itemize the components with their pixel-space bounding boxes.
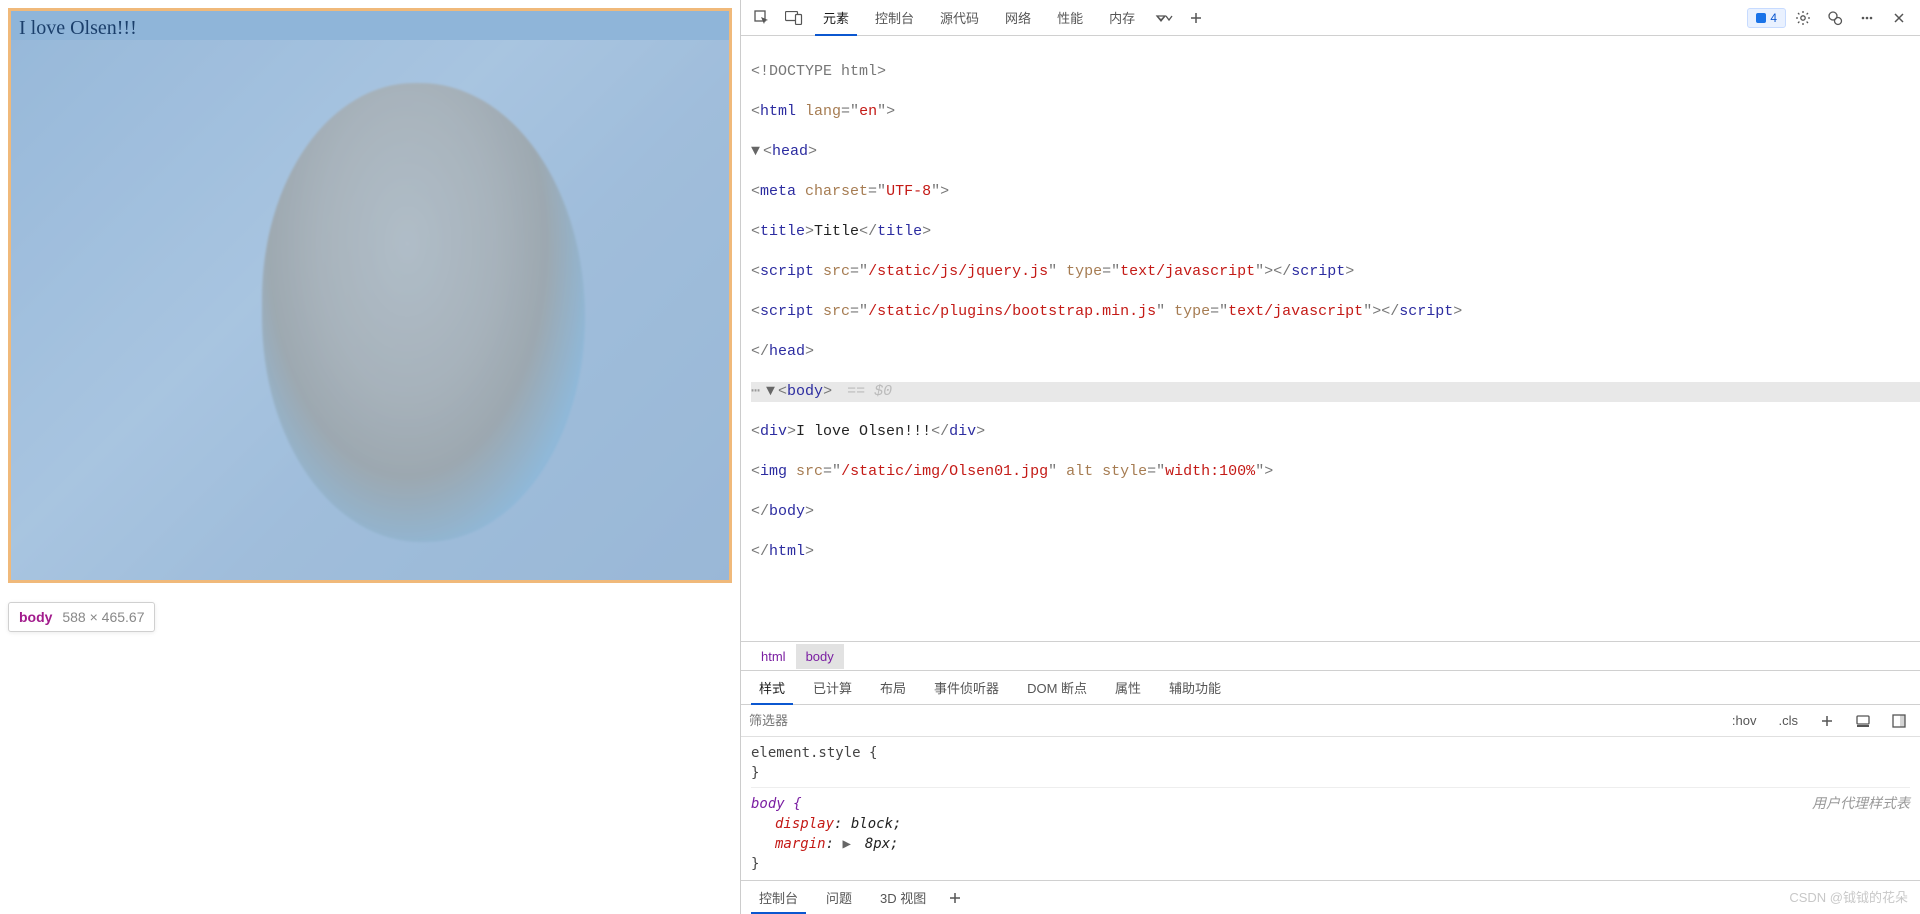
styles-tabbar: 样式 已计算 布局 事件侦听器 DOM 断点 属性 辅助功能	[741, 671, 1920, 705]
hov-toggle[interactable]: :hov	[1726, 710, 1763, 731]
elements-tree[interactable]: <!DOCTYPE html> <html lang="en"> ▼<head>…	[741, 36, 1920, 641]
element-tooltip: body 588 × 465.67	[8, 602, 155, 632]
subtab-styles[interactable]: 样式	[747, 671, 797, 704]
rule-source: 用户代理样式表	[1812, 794, 1910, 814]
subtab-props[interactable]: 属性	[1103, 671, 1153, 704]
tooltip-tag: body	[19, 609, 52, 625]
tab-sources[interactable]: 源代码	[928, 0, 991, 35]
page-image	[11, 40, 729, 580]
subtab-a11y[interactable]: 辅助功能	[1157, 671, 1233, 704]
more-tabs-icon[interactable]	[1149, 4, 1179, 32]
close-icon[interactable]	[1884, 4, 1914, 32]
drawer-tab-console[interactable]: 控制台	[747, 881, 810, 914]
drawer-plus-icon[interactable]	[942, 886, 968, 910]
subtab-computed[interactable]: 已计算	[801, 671, 864, 704]
styles-pane[interactable]: element.style { } 用户代理样式表 body { display…	[741, 737, 1920, 880]
subtab-dom[interactable]: DOM 断点	[1015, 671, 1099, 704]
cls-toggle[interactable]: .cls	[1773, 710, 1805, 731]
breadcrumb: html body	[741, 641, 1920, 671]
tooltip-dims: 588 × 465.67	[62, 609, 144, 625]
subtab-layout[interactable]: 布局	[868, 671, 918, 704]
page-text: I love Olsen!!!	[11, 11, 729, 40]
issue-icon	[1756, 13, 1766, 23]
tab-performance[interactable]: 性能	[1045, 0, 1095, 35]
page-preview[interactable]: I love Olsen!!! body 588 × 465.67	[0, 0, 740, 914]
device-icon[interactable]	[779, 4, 809, 32]
computed-toggle-icon[interactable]	[1886, 709, 1912, 733]
element-style-rule: element.style {	[751, 743, 1910, 763]
body-highlight: I love Olsen!!!	[8, 8, 732, 583]
inspect-icon[interactable]	[747, 4, 777, 32]
watermark: CSDN @钺钺的花朵	[1789, 887, 1908, 906]
devtools-panel: 元素 控制台 源代码 网络 性能 内存 4	[740, 0, 1920, 914]
tab-network[interactable]: 网络	[993, 0, 1043, 35]
drawer-tab-3d[interactable]: 3D 视图	[868, 881, 938, 914]
issues-badge[interactable]: 4	[1747, 8, 1786, 28]
crumb-html[interactable]: html	[751, 644, 796, 669]
kebab-icon[interactable]	[1852, 4, 1882, 32]
drawer-tab-issues[interactable]: 问题	[814, 881, 864, 914]
issues-count: 4	[1770, 11, 1777, 25]
styles-filter-input[interactable]	[749, 713, 1716, 728]
tab-console[interactable]: 控制台	[863, 0, 926, 35]
subtab-listeners[interactable]: 事件侦听器	[922, 671, 1011, 704]
gear-icon[interactable]	[1788, 4, 1818, 32]
crumb-body[interactable]: body	[796, 644, 844, 669]
drawer-tabbar: 控制台 问题 3D 视图	[741, 880, 1920, 914]
accessibility-icon[interactable]	[1850, 709, 1876, 733]
plus-icon[interactable]	[1181, 4, 1211, 32]
feedback-icon[interactable]	[1820, 4, 1850, 32]
new-style-icon[interactable]	[1814, 709, 1840, 733]
styles-filter-row: :hov .cls	[741, 705, 1920, 737]
selected-node[interactable]: ⋯▼<body> == $0	[751, 382, 1920, 402]
devtools-tabbar: 元素 控制台 源代码 网络 性能 内存 4	[741, 0, 1920, 36]
tab-elements[interactable]: 元素	[811, 0, 861, 35]
tab-memory[interactable]: 内存	[1097, 0, 1147, 35]
